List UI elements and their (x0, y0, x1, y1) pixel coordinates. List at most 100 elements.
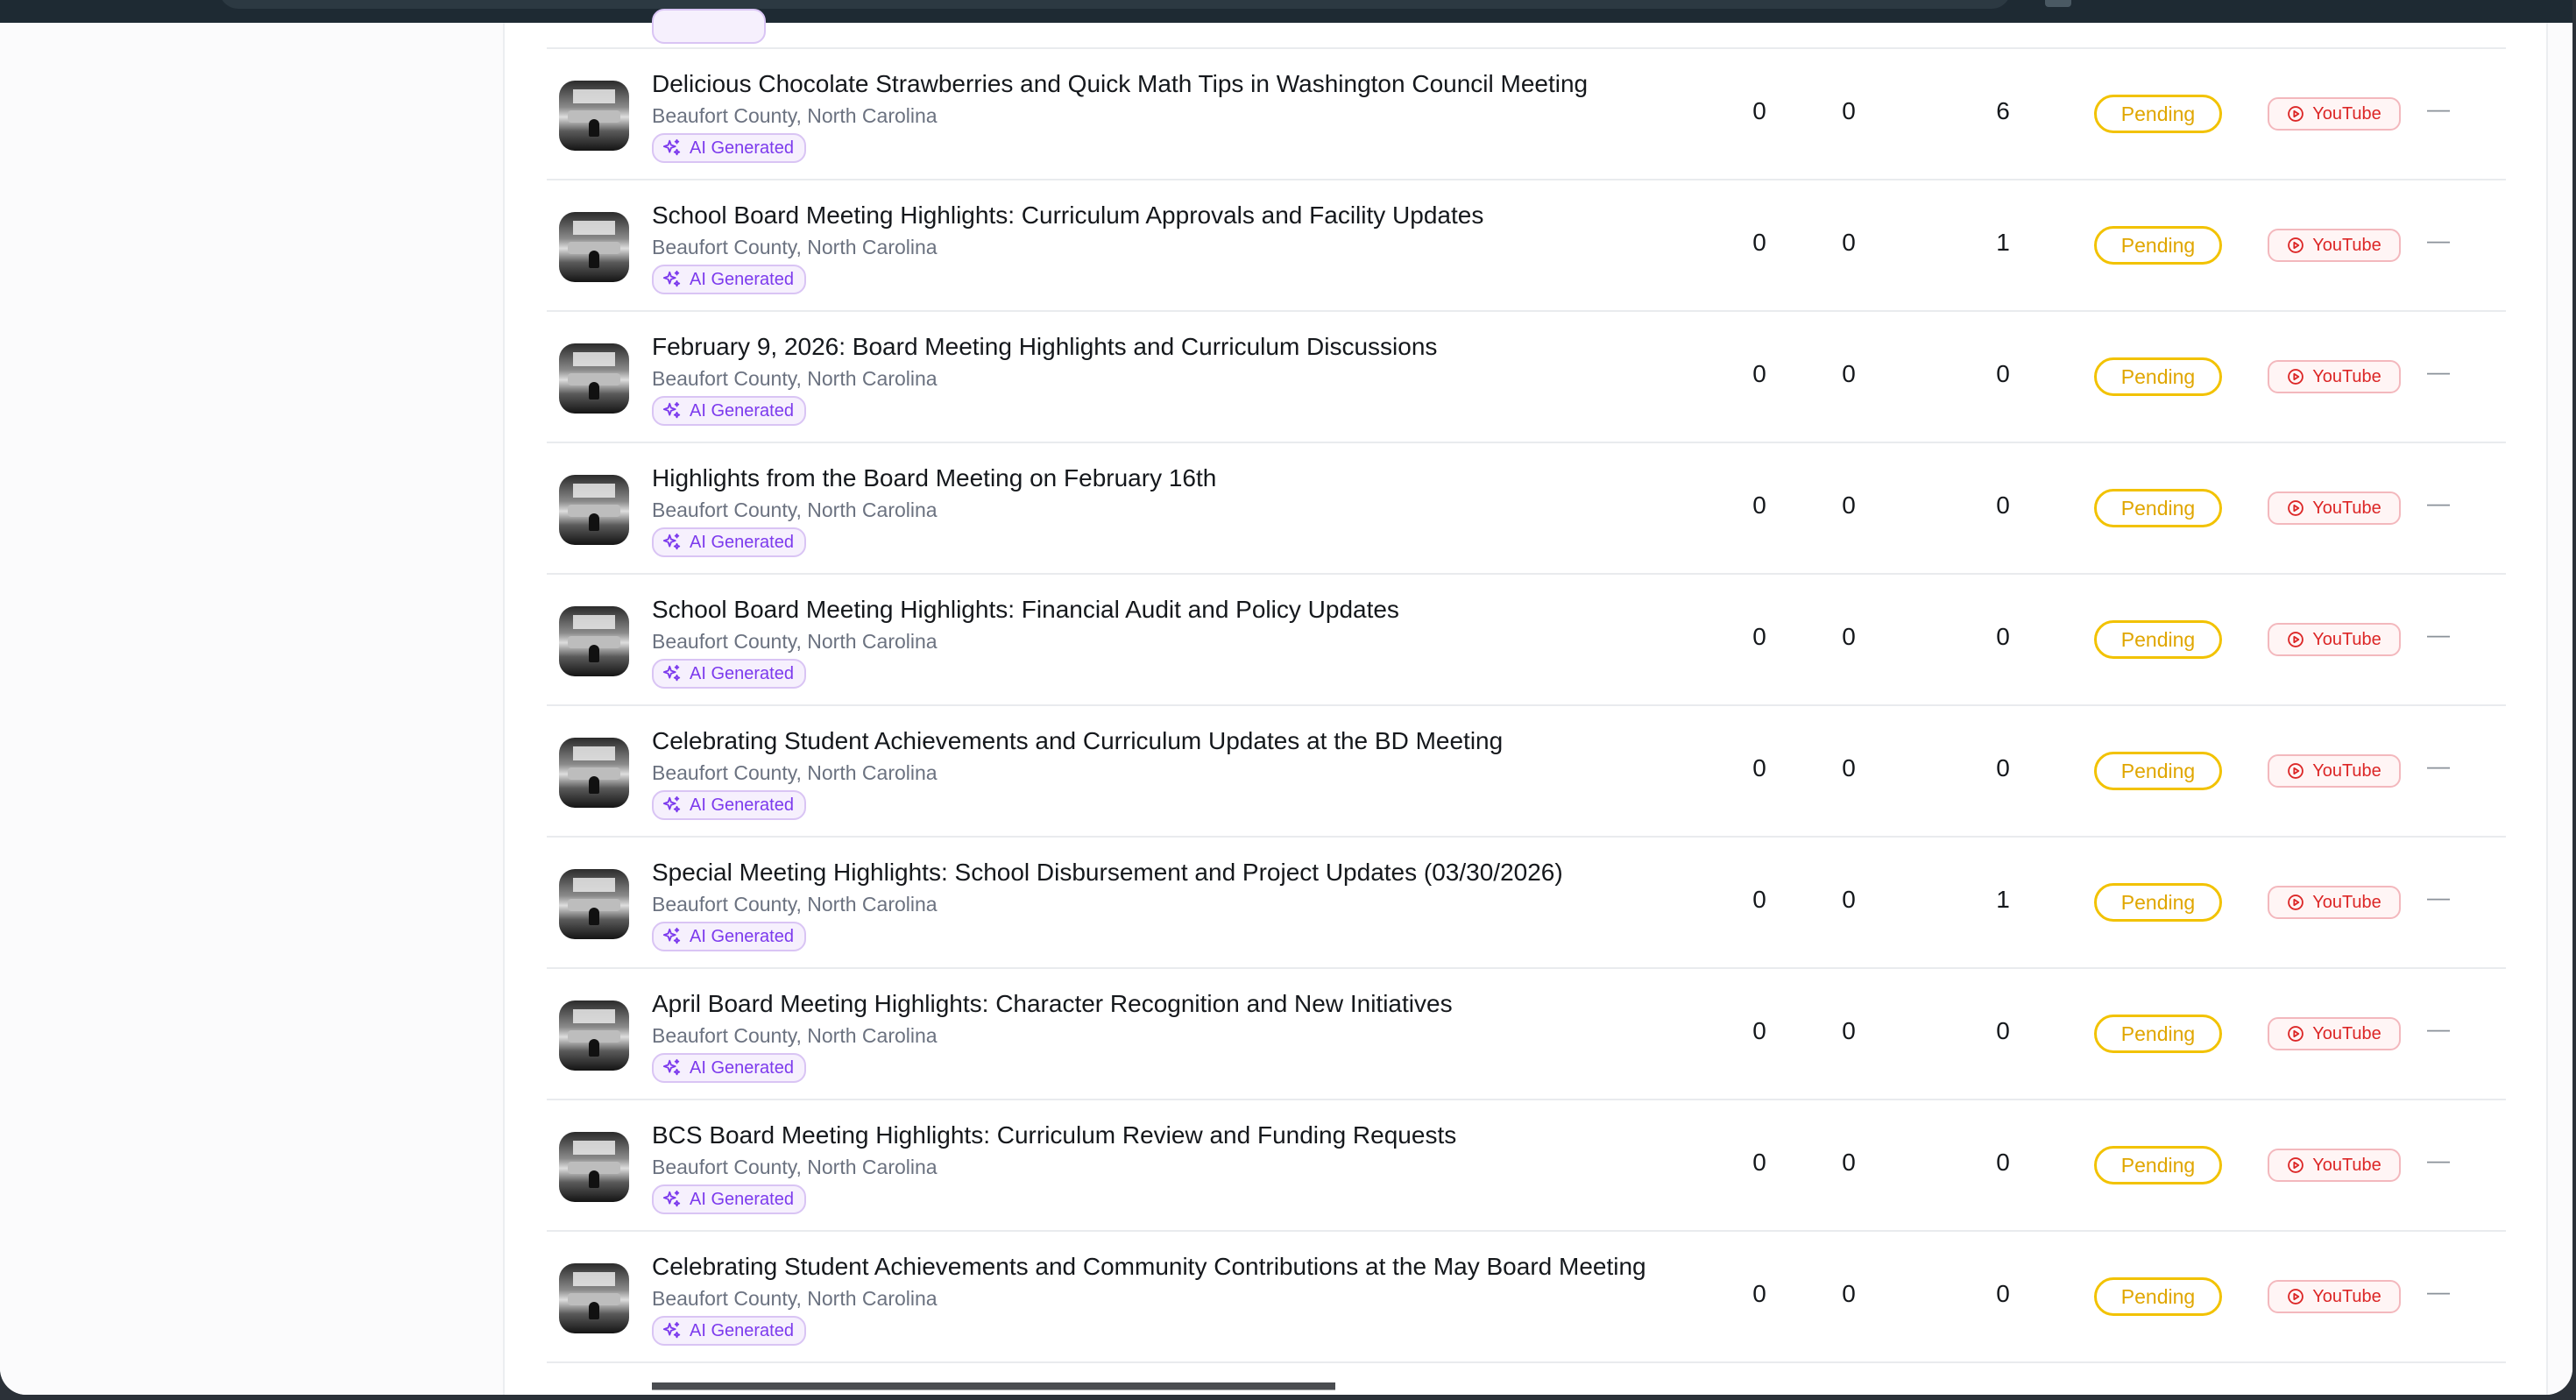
table-row[interactable]: February 9, 2026: Board Meeting Highligh… (547, 312, 2506, 443)
count-column-2: 0 (1842, 1017, 1856, 1044)
table-row[interactable]: Highlights from the Board Meeting on Feb… (547, 443, 2506, 575)
meeting-thumbnail[interactable] (559, 1132, 629, 1202)
empty-value-dash: — (2427, 95, 2450, 122)
thumbnail-screen (573, 89, 615, 103)
table-row[interactable]: BCS Board Meeting Highlights: Curriculum… (547, 1100, 2506, 1232)
count-column-3: 0 (1996, 360, 2010, 387)
meeting-title[interactable]: February 9, 2026: Board Meeting Highligh… (652, 333, 1437, 361)
sparkle-icon (662, 1058, 681, 1076)
meeting-location: Beaufort County, North Carolina (652, 104, 938, 127)
meeting-thumbnail[interactable] (559, 1001, 629, 1071)
youtube-source-badge[interactable]: YouTube (2268, 360, 2401, 393)
youtube-source-badge[interactable]: YouTube (2268, 229, 2401, 262)
sparkle-icon (662, 401, 681, 419)
meeting-thumbnail[interactable] (559, 212, 629, 282)
meeting-title[interactable]: Special Meeting Highlights: School Disbu… (652, 859, 1563, 887)
ai-generated-label: AI Generated (690, 663, 794, 683)
youtube-source-badge[interactable]: YouTube (2268, 1017, 2401, 1050)
meeting-title[interactable]: Celebrating Student Achievements and Com… (652, 1253, 1646, 1281)
meeting-title[interactable]: Delicious Chocolate Strawberries and Qui… (652, 70, 1588, 98)
ai-generated-badge: AI Generated (652, 265, 806, 294)
address-bar[interactable] (219, 0, 2011, 9)
ai-generated-badge: AI Generated (652, 1053, 806, 1083)
count-column-2: 0 (1842, 1280, 1856, 1307)
play-circle-icon (2288, 1157, 2304, 1173)
meeting-thumbnail[interactable] (559, 606, 629, 676)
count-column-2: 0 (1842, 886, 1856, 913)
count-column-1: 0 (1752, 886, 1766, 913)
play-circle-icon (2288, 106, 2304, 122)
meeting-location: Beaufort County, North Carolina (652, 1024, 938, 1047)
meeting-title[interactable]: School Board Meeting Highlights: Curricu… (652, 202, 1483, 230)
sparkle-icon (662, 138, 681, 156)
empty-value-dash: — (2427, 753, 2450, 779)
play-circle-icon (2288, 369, 2304, 385)
table-row[interactable]: Delicious Chocolate Strawberries and Qui… (547, 49, 2506, 180)
meeting-title[interactable]: Highlights from the Board Meeting on Feb… (652, 464, 1216, 492)
meeting-thumbnail[interactable] (559, 475, 629, 545)
count-column-1: 0 (1752, 623, 1766, 650)
count-column-2: 0 (1842, 229, 1856, 256)
status-badge: Pending (2094, 226, 2222, 265)
play-circle-icon (2288, 632, 2304, 647)
thumbnail-screen (573, 878, 615, 892)
count-column-2: 0 (1842, 491, 1856, 519)
meeting-title[interactable]: April Board Meeting Highlights: Characte… (652, 990, 1453, 1018)
play-circle-icon (2288, 237, 2304, 253)
sparkle-icon (662, 533, 681, 550)
thumbnail-screen (573, 484, 615, 498)
table-row-partial-top (547, 9, 2506, 49)
meeting-title[interactable]: BCS Board Meeting Highlights: Curriculum… (652, 1121, 1456, 1149)
table-row[interactable]: Special Meeting Highlights: School Disbu… (547, 838, 2506, 969)
count-column-1: 0 (1752, 1149, 1766, 1176)
youtube-source-badge[interactable]: YouTube (2268, 1149, 2401, 1182)
youtube-source-badge[interactable]: YouTube (2268, 1280, 2401, 1313)
meeting-location: Beaufort County, North Carolina (652, 1287, 938, 1310)
ai-generated-label: AI Generated (690, 926, 794, 946)
empty-value-dash: — (2427, 227, 2450, 253)
youtube-source-badge[interactable]: YouTube (2268, 754, 2401, 788)
thumbnail-screen (573, 221, 615, 235)
youtube-source-badge[interactable]: YouTube (2268, 886, 2401, 919)
youtube-source-badge[interactable]: YouTube (2268, 623, 2401, 656)
meeting-thumbnail[interactable] (559, 1263, 629, 1333)
status-badge: Pending (2094, 620, 2222, 659)
meeting-thumbnail[interactable] (559, 869, 629, 939)
count-column-3: 0 (1996, 1017, 2010, 1044)
toolbar-icon[interactable] (2045, 0, 2071, 7)
youtube-label: YouTube (2312, 892, 2381, 912)
ai-generated-badge: AI Generated (652, 396, 806, 426)
status-badge: Pending (2094, 752, 2222, 790)
meeting-thumbnail[interactable] (559, 343, 629, 414)
youtube-label: YouTube (2312, 1286, 2381, 1306)
youtube-source-badge[interactable]: YouTube (2268, 491, 2401, 525)
count-column-1: 0 (1752, 754, 1766, 781)
table-row[interactable]: Celebrating Student Achievements and Com… (547, 1232, 2506, 1363)
count-column-1: 0 (1752, 360, 1766, 387)
youtube-label: YouTube (2312, 629, 2381, 649)
sparkle-icon (662, 1190, 681, 1207)
table-row[interactable]: April Board Meeting Highlights: Characte… (547, 969, 2506, 1100)
thumbnail-figure (589, 382, 599, 399)
meeting-title[interactable]: School Board Meeting Highlights: Financi… (652, 596, 1399, 624)
youtube-label: YouTube (2312, 1155, 2381, 1175)
meeting-title[interactable]: Celebrating Student Achievements and Cur… (652, 727, 1503, 755)
ai-generated-badge: AI Generated (652, 133, 806, 163)
youtube-source-badge[interactable]: YouTube (2268, 97, 2401, 131)
count-column-2: 0 (1842, 97, 1856, 124)
status-badge: Pending (2094, 357, 2222, 396)
table-row[interactable]: Celebrating Student Achievements and Cur… (547, 706, 2506, 838)
table-row-partial-bottom (547, 1363, 2506, 1395)
table-row[interactable]: School Board Meeting Highlights: Financi… (547, 575, 2506, 706)
meeting-thumbnail[interactable] (559, 81, 629, 151)
empty-value-dash: — (2427, 1147, 2450, 1173)
empty-value-dash: — (2427, 1278, 2450, 1305)
ai-generated-label: AI Generated (690, 532, 794, 552)
youtube-label: YouTube (2312, 103, 2381, 124)
meetings-table: Delicious Chocolate Strawberries and Qui… (547, 9, 2506, 1395)
scroll-edge[interactable] (2546, 23, 2572, 1395)
ai-generated-badge: AI Generated (652, 922, 806, 951)
sparkle-icon (662, 795, 681, 813)
table-row[interactable]: School Board Meeting Highlights: Curricu… (547, 180, 2506, 312)
meeting-thumbnail[interactable] (559, 738, 629, 808)
